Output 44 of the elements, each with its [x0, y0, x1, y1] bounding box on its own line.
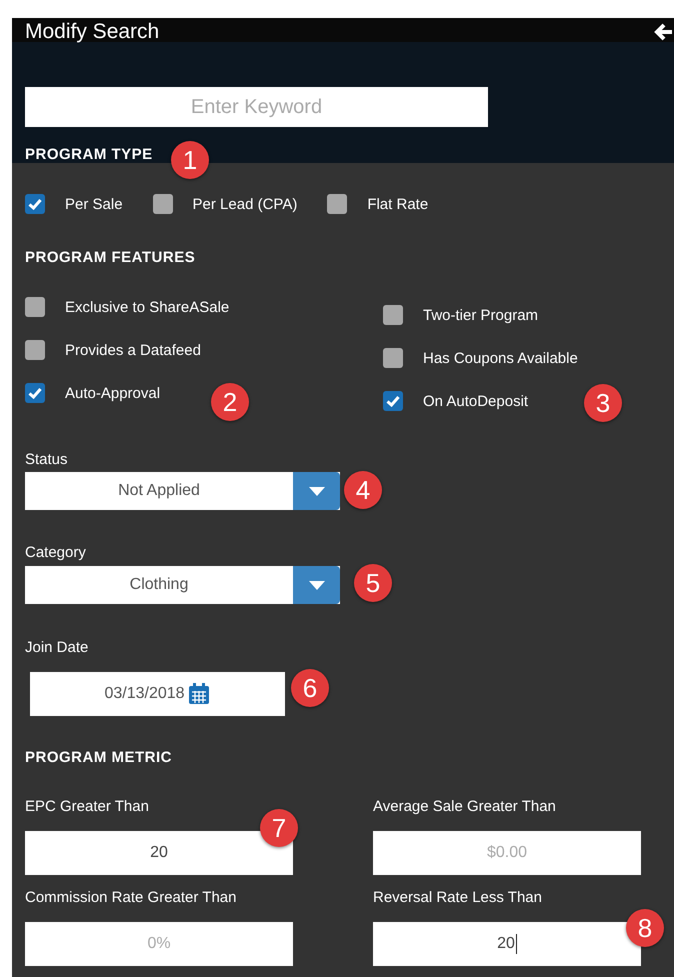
field-label: Reversal Rate Less Than: [373, 889, 542, 907]
section-heading: PROGRAM FEATURES: [25, 249, 196, 267]
step-badge: 3: [584, 384, 622, 422]
step-badge: 8: [626, 909, 664, 947]
checkbox[interactable]: [25, 297, 45, 317]
field-label: Status: [25, 451, 68, 469]
dropdown[interactable]: Not Applied: [25, 472, 340, 510]
field-label: EPC Greater Than: [25, 798, 149, 816]
checkbox-label: Provides a Datafeed: [65, 342, 201, 358]
checkbox[interactable]: [383, 391, 403, 411]
checkbox[interactable]: [25, 383, 45, 403]
checkbox[interactable]: [327, 194, 348, 214]
back-arrow-icon[interactable]: [654, 22, 674, 42]
field-label: Category: [25, 544, 86, 562]
date-field[interactable]: 03/13/2018: [30, 672, 285, 716]
section-heading: PROGRAM METRIC: [25, 749, 172, 767]
field-label: Average Sale Greater Than: [373, 798, 556, 816]
checkbox-label: On AutoDeposit: [423, 392, 528, 410]
step-badge: 2: [211, 383, 249, 421]
caret-icon: [308, 486, 324, 496]
step-badge: 6: [291, 669, 329, 707]
checkbox-label: Auto-Approval: [65, 384, 160, 402]
dropdown[interactable]: Clothing: [25, 566, 340, 604]
step-badge: 4: [344, 471, 382, 509]
checkbox-label: Per Lead (CPA): [192, 196, 298, 212]
step-badge: 7: [260, 809, 298, 847]
checkbox[interactable]: [25, 340, 45, 360]
step-badge: 1: [171, 141, 209, 179]
checkbox[interactable]: [25, 194, 45, 214]
checkbox-label: Two-tier Program: [423, 306, 538, 324]
checkbox[interactable]: [152, 194, 173, 214]
panel-title: Modify Search: [25, 20, 160, 44]
step-badge: 5: [354, 564, 392, 602]
checkbox-label: Per Sale: [65, 196, 123, 212]
field-label: Commission Rate Greater Than: [25, 889, 236, 907]
checkbox[interactable]: [383, 305, 403, 325]
checkbox[interactable]: [383, 348, 403, 368]
checkbox-label: Flat Rate: [367, 196, 428, 212]
caret-icon: [308, 580, 324, 590]
calendar-icon: [186, 682, 211, 706]
checkbox-label: Exclusive to ShareASale: [65, 298, 230, 316]
field-label: Join Date: [25, 639, 88, 657]
checkbox-label: Has Coupons Available: [423, 350, 578, 366]
section-heading: PROGRAM TYPE: [25, 146, 153, 164]
